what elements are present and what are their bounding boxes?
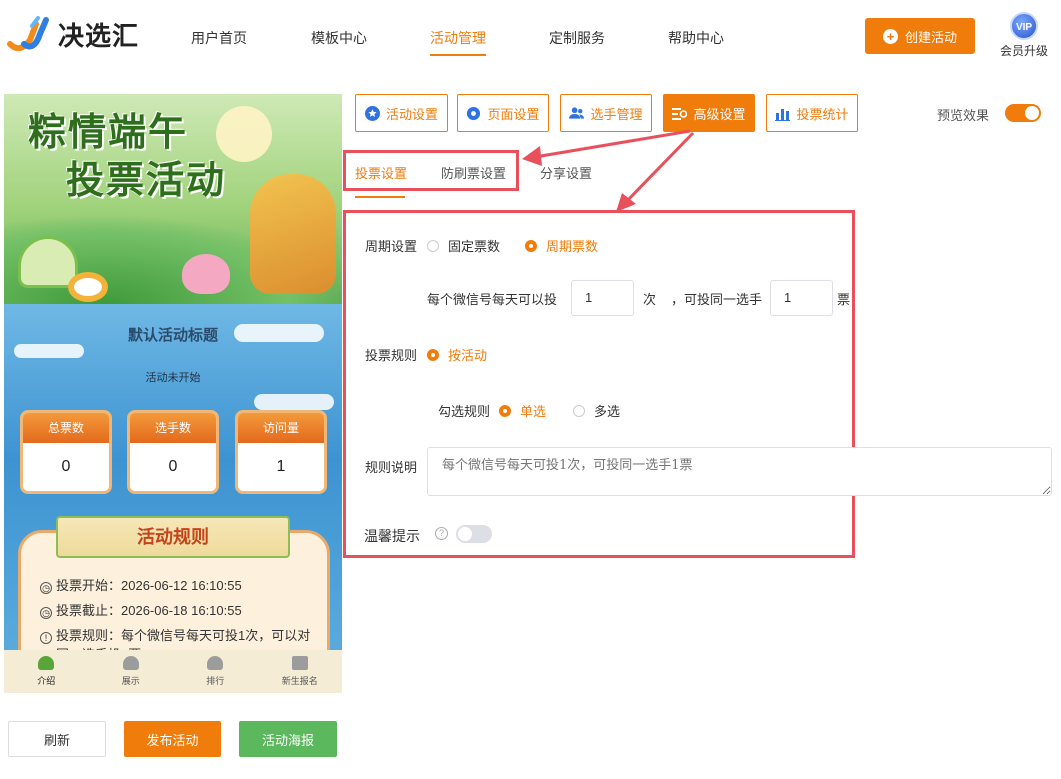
vip-badge-icon: VIP bbox=[1010, 12, 1038, 40]
radio-by-activity[interactable]: 按活动 bbox=[427, 345, 487, 364]
form-highlight-box bbox=[343, 210, 855, 558]
rule-description-textarea[interactable] bbox=[427, 447, 1052, 496]
clock-icon: ◷ bbox=[40, 607, 52, 619]
rule-end-time: ◷ 投票截止：2026-06-18 16:10:55 bbox=[40, 600, 242, 619]
tab-signup[interactable]: 新生报名 bbox=[258, 650, 343, 693]
scroll-icon bbox=[291, 656, 308, 670]
activity-banner: 粽情端午 投票活动 bbox=[4, 94, 342, 304]
zongzi-icon bbox=[122, 656, 139, 670]
daily-votes-prefix: 每个微信号每天可以投 bbox=[427, 292, 558, 307]
radio-multi-choice[interactable]: 多选 bbox=[573, 401, 620, 420]
banner-title-line2: 投票活动 bbox=[66, 157, 227, 202]
rule-start-time: ◷ 投票开始：2026-06-12 16:10:55 bbox=[40, 575, 242, 594]
tab-showcase[interactable]: 展示 bbox=[89, 650, 174, 693]
same-candidate-votes-input[interactable]: 1 bbox=[770, 280, 833, 316]
nav-user-home[interactable]: 用户首页 bbox=[191, 28, 247, 48]
preview-effect-label: 预览效果 bbox=[937, 108, 990, 123]
zongzi-icon bbox=[38, 656, 55, 670]
star-icon bbox=[364, 105, 380, 121]
egg-illustration bbox=[68, 272, 108, 302]
dragon-illustration bbox=[250, 174, 336, 294]
nav-custom-service[interactable]: 定制服务 bbox=[549, 28, 605, 48]
radio-single-choice[interactable]: 单选 bbox=[499, 401, 546, 420]
gear-icon bbox=[466, 106, 481, 121]
daily-votes-unit: 次 bbox=[643, 292, 657, 307]
main-nav: 用户首页 模板中心 活动管理 定制服务 帮助中心 bbox=[191, 28, 724, 56]
radio-fixed-votes[interactable]: 固定票数 bbox=[427, 236, 500, 255]
stat-visits: 访问量 1 bbox=[235, 410, 327, 494]
tab-candidate-management[interactable]: 选手管理 bbox=[560, 94, 652, 132]
banner-title: 粽情端午 投票活动 bbox=[28, 108, 226, 204]
rule-description-label: 规则说明 bbox=[365, 460, 418, 475]
tab-page-settings[interactable]: 页面设置 bbox=[457, 94, 549, 132]
banner-title-line1: 粽情端午 bbox=[28, 109, 189, 154]
preview-effect-toggle[interactable] bbox=[1005, 104, 1041, 122]
same-candidate-unit: 票 bbox=[837, 292, 851, 307]
nav-help-center[interactable]: 帮助中心 bbox=[668, 28, 724, 48]
zongzi-icon bbox=[207, 656, 224, 670]
tab-activity-settings[interactable]: 活动设置 bbox=[355, 94, 448, 132]
create-activity-label: 创建活动 bbox=[904, 29, 957, 45]
vip-upgrade[interactable]: VIP 会员升级 bbox=[996, 12, 1052, 59]
logo-mark-icon bbox=[6, 14, 50, 54]
brand-name: 决选汇 bbox=[58, 20, 140, 51]
stat-label: 访问量 bbox=[238, 413, 324, 443]
stat-total-votes: 总票数 0 bbox=[20, 410, 112, 494]
plus-icon: + bbox=[882, 28, 898, 44]
radio-periodic-votes[interactable]: 周期票数 bbox=[525, 236, 598, 255]
refresh-button[interactable]: 刷新 bbox=[8, 721, 106, 757]
mobile-preview: 粽情端午 投票活动 默认活动标题 活动未开始 总票数 0 选手数 0 访问量 1… bbox=[4, 94, 342, 693]
publish-activity-button[interactable]: 发布活动 bbox=[124, 721, 221, 757]
same-candidate-prefix: ，可投同一选手 bbox=[671, 292, 763, 307]
mobile-tabbar: 介绍 展示 排行 新生报名 bbox=[4, 650, 342, 693]
cycle-setting-label: 周期设置 bbox=[365, 239, 418, 254]
nav-activity-management[interactable]: 活动管理 bbox=[430, 28, 486, 56]
subtab-highlight-box bbox=[343, 150, 519, 191]
alert-icon: ! bbox=[40, 632, 52, 644]
stat-value: 0 bbox=[130, 443, 216, 491]
sliders-icon bbox=[672, 106, 688, 121]
users-icon bbox=[569, 106, 585, 121]
vip-upgrade-label: 会员升级 bbox=[999, 44, 1048, 58]
activity-title: 默认活动标题 bbox=[127, 327, 218, 344]
tab-advanced-settings[interactable]: 高级设置 bbox=[663, 94, 755, 132]
tab-ranking[interactable]: 排行 bbox=[173, 650, 258, 693]
bar-chart-icon bbox=[775, 106, 791, 121]
nav-template-center[interactable]: 模板中心 bbox=[311, 28, 367, 48]
stat-value: 0 bbox=[23, 443, 109, 491]
tip-toggle[interactable] bbox=[456, 525, 492, 543]
rule-vote-rule: ! 投票规则：每个微信号每天可投1次，可以对 bbox=[40, 625, 310, 644]
lotus-illustration bbox=[182, 254, 230, 294]
brand-logo[interactable]: 决选汇 bbox=[6, 14, 139, 54]
vote-rule-label: 投票规则 bbox=[365, 348, 418, 363]
stat-label: 总票数 bbox=[23, 413, 109, 443]
top-header: 决选汇 用户首页 模板中心 活动管理 定制服务 帮助中心 + 创建活动 VIP … bbox=[0, 0, 1061, 72]
clock-icon: ◷ bbox=[40, 582, 52, 594]
activity-status: 活动未开始 bbox=[145, 372, 201, 384]
subtab-share-settings[interactable]: 分享设置 bbox=[540, 163, 592, 182]
subtab-active-underline bbox=[355, 196, 405, 198]
tip-label: 温馨提示 bbox=[364, 528, 420, 544]
rules-title: 活动规则 bbox=[56, 516, 290, 558]
activity-poster-button[interactable]: 活动海报 bbox=[239, 721, 337, 757]
stat-candidates: 选手数 0 bbox=[127, 410, 219, 494]
check-rule-label: 勾选规则 bbox=[438, 404, 491, 419]
tab-intro[interactable]: 介绍 bbox=[4, 650, 89, 693]
stat-label: 选手数 bbox=[130, 413, 216, 443]
help-icon[interactable]: ? bbox=[435, 527, 448, 540]
stat-value: 1 bbox=[238, 443, 324, 491]
tab-vote-statistics[interactable]: 投票统计 bbox=[766, 94, 858, 132]
daily-votes-input[interactable]: 1 bbox=[571, 280, 634, 316]
create-activity-button[interactable]: + 创建活动 bbox=[865, 18, 975, 54]
